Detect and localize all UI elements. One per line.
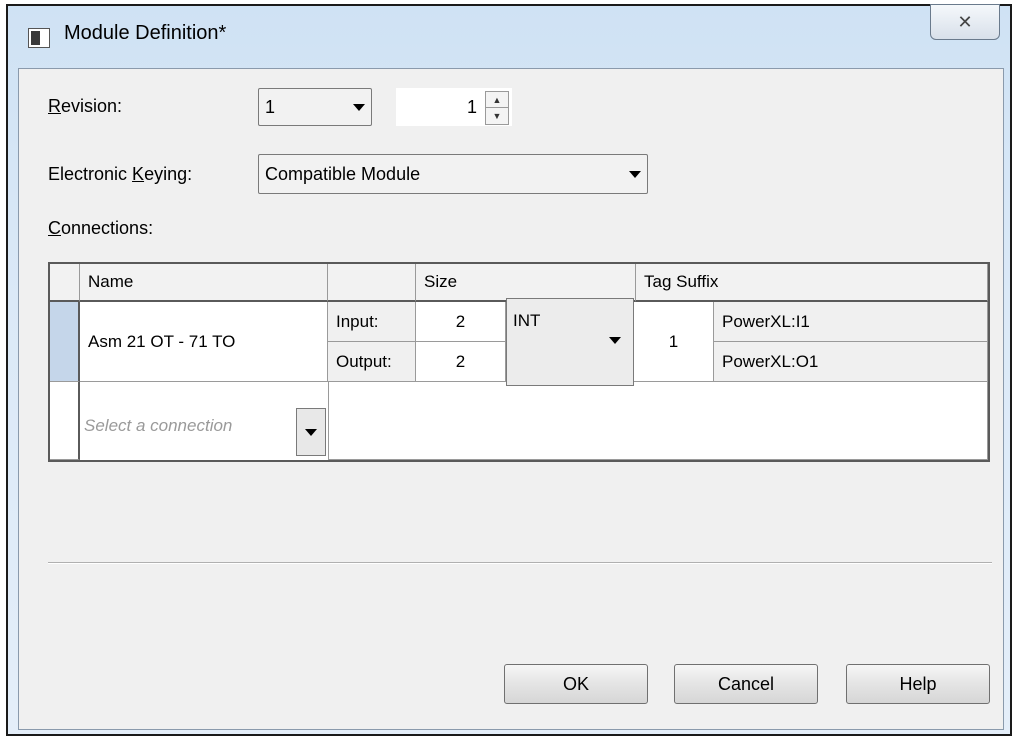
connections-label: Connections: bbox=[48, 218, 154, 238]
revision-minor-spinner[interactable]: 1 ▲ ▼ bbox=[396, 88, 512, 126]
close-button[interactable]: ✕ bbox=[930, 4, 1000, 40]
revision-label: Revision: bbox=[48, 96, 123, 116]
connection-name-cell[interactable]: Asm 21 OT - 71 TO bbox=[80, 302, 328, 382]
data-type-select[interactable]: INT bbox=[506, 298, 634, 386]
cancel-button[interactable]: Cancel bbox=[674, 664, 818, 704]
output-size-cell[interactable]: 2 bbox=[416, 342, 506, 382]
spin-down-icon[interactable]: ▼ bbox=[486, 108, 508, 123]
new-row-empty-area bbox=[328, 382, 988, 460]
spinner-buttons[interactable]: ▲ ▼ bbox=[485, 91, 509, 125]
window-title: Module Definition* bbox=[64, 22, 227, 44]
row-selector[interactable] bbox=[50, 302, 80, 382]
output-label-cell: Output: bbox=[328, 342, 416, 382]
instance-cell[interactable]: 1 bbox=[634, 302, 714, 382]
output-tag-cell: PowerXL:O1 bbox=[714, 342, 988, 382]
input-size-cell[interactable]: 2 bbox=[416, 302, 506, 342]
input-tag-cell: PowerXL:I1 bbox=[714, 302, 988, 342]
chevron-down-icon[interactable] bbox=[296, 408, 326, 456]
help-button[interactable]: Help bbox=[846, 664, 990, 704]
electronic-keying-select[interactable]: Compatible Module bbox=[258, 154, 648, 194]
select-connection-combo[interactable]: Select a connection bbox=[80, 398, 328, 458]
chevron-down-icon bbox=[609, 337, 621, 344]
ok-button[interactable]: OK bbox=[504, 664, 648, 704]
electronic-keying-label: Electronic Keying: bbox=[48, 164, 193, 184]
header-name: Name bbox=[80, 264, 328, 302]
window-icon bbox=[28, 28, 50, 48]
header-tag-suffix: Tag Suffix bbox=[636, 264, 988, 302]
chevron-down-icon bbox=[623, 170, 647, 178]
header-size: Size bbox=[416, 264, 636, 302]
close-icon: ✕ bbox=[957, 11, 973, 32]
chevron-down-icon bbox=[347, 103, 371, 111]
new-row-selector bbox=[50, 382, 80, 460]
separator bbox=[48, 562, 992, 564]
input-label-cell: Input: bbox=[328, 302, 416, 342]
header-io bbox=[328, 264, 416, 302]
revision-major-select[interactable]: 1 bbox=[258, 88, 372, 126]
grid-corner-header bbox=[50, 264, 80, 302]
spin-up-icon[interactable]: ▲ bbox=[486, 92, 508, 108]
